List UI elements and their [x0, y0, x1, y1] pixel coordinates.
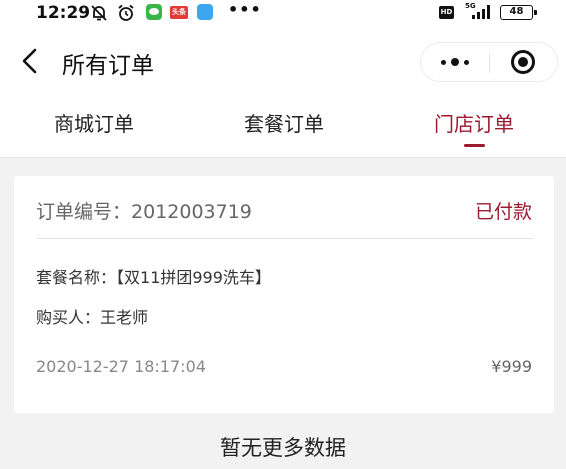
menu-dot-icon: [441, 60, 446, 65]
buyer-value: 王老师: [100, 308, 149, 327]
status-bar: 12:29 头条 ••• HD 5G 48: [0, 0, 566, 26]
package-name-value: 【双11拼团999洗车】: [116, 268, 271, 287]
tab-mall-orders[interactable]: 商城订单: [54, 108, 134, 137]
package-name-row: 套餐名称：【双11拼团999洗车】: [36, 264, 271, 288]
battery-icon: 48: [500, 5, 537, 20]
order-tabs: 商城订单 套餐订单 门店订单: [0, 98, 566, 158]
target-center-icon: [518, 57, 528, 67]
more-notifications-icon: •••: [228, 0, 262, 19]
more-menu-button[interactable]: [421, 43, 489, 81]
close-mini-program-button[interactable]: [490, 43, 558, 81]
package-name-label: 套餐名称：: [36, 268, 117, 287]
menu-dot-icon: [451, 58, 459, 66]
active-tab-indicator: [464, 144, 485, 147]
card-divider: [36, 238, 534, 239]
order-timestamp: 2020-12-27 18:17:04: [36, 357, 206, 376]
tab-store-orders[interactable]: 门店订单: [434, 108, 514, 137]
navigation-bar: 所有订单: [0, 26, 566, 98]
buyer-label: 购买人：: [36, 308, 101, 327]
order-number-label: 订单编号：: [36, 201, 132, 223]
order-card[interactable]: 订单编号：2012003719 已付款 套餐名称：【双11拼团999洗车】 购买…: [14, 176, 554, 413]
mini-program-capsule: [420, 42, 558, 82]
alarm-icon: [118, 4, 134, 21]
status-time: 12:29: [36, 3, 91, 23]
menu-dot-icon: [464, 60, 469, 65]
back-arrow-icon[interactable]: [18, 48, 42, 74]
signal-icon: [472, 5, 490, 19]
order-number: 订单编号：2012003719: [36, 197, 252, 224]
tab-package-orders[interactable]: 套餐订单: [244, 108, 324, 137]
notifications-off-icon: [91, 5, 107, 21]
order-price: ¥999: [491, 357, 532, 376]
order-number-value: 2012003719: [131, 201, 252, 223]
hd-icon: HD: [439, 6, 454, 19]
page-title: 所有订单: [62, 53, 154, 79]
order-status-badge: 已付款: [474, 201, 532, 223]
wechat-icon: [146, 4, 162, 20]
no-more-data-text: 暂无更多数据: [220, 436, 346, 460]
buyer-row: 购买人：王老师: [36, 304, 148, 328]
app-notification-icon: [197, 4, 213, 20]
toutiao-icon: 头条: [170, 6, 188, 19]
